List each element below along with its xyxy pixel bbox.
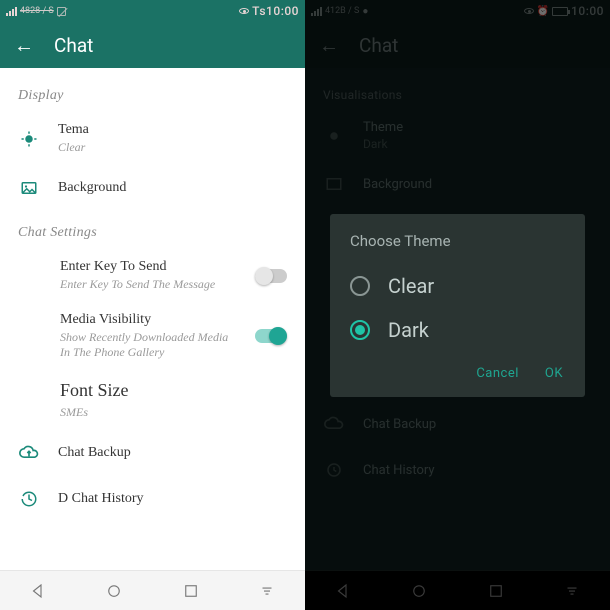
theme-value: Clear bbox=[58, 140, 287, 155]
radio-label-clear: Clear bbox=[388, 274, 434, 298]
radio-icon bbox=[350, 276, 370, 296]
no-sim-icon bbox=[57, 7, 66, 16]
screen-light: 4828 / S Ts10:00 ← Chat Display Tema Cle… bbox=[0, 0, 305, 610]
cancel-button[interactable]: Cancel bbox=[476, 366, 519, 381]
nav-back-icon[interactable] bbox=[29, 582, 47, 600]
history-icon bbox=[18, 490, 40, 508]
cloud-upload-icon bbox=[18, 445, 40, 461]
row-chat-backup[interactable]: Chat Backup bbox=[0, 430, 305, 476]
media-vis-label: Media Visibility bbox=[60, 312, 237, 328]
app-bar: ← Chat bbox=[0, 22, 305, 68]
nav-recent-icon[interactable] bbox=[182, 582, 200, 600]
nav-bar bbox=[0, 570, 305, 610]
ok-button[interactable]: OK bbox=[545, 366, 563, 381]
chat-backup-label: Chat Backup bbox=[58, 445, 287, 461]
row-media-visibility[interactable]: Media Visibility Show Recently Downloade… bbox=[0, 302, 305, 370]
font-size-value: SMEs bbox=[60, 405, 88, 420]
radio-label-dark: Dark bbox=[388, 318, 429, 342]
settings-content: Display Tema Clear Background Chat Setti… bbox=[0, 68, 305, 570]
enter-key-sub: Enter Key To Send The Message bbox=[60, 277, 237, 292]
screen-dark: 412B / S ● ⏰ 10:00 ← Chat Visualisations… bbox=[305, 0, 610, 610]
status-bar: 4828 / S Ts10:00 bbox=[0, 0, 305, 22]
font-size-label: Font Size bbox=[60, 380, 129, 401]
radio-option-dark[interactable]: Dark bbox=[330, 308, 585, 352]
dialog-scrim[interactable]: Choose Theme Clear Dark Cancel OK bbox=[305, 0, 610, 610]
image-icon bbox=[18, 179, 40, 197]
network-speed: 4828 / S bbox=[20, 6, 54, 16]
theme-icon bbox=[18, 130, 40, 148]
theme-dialog: Choose Theme Clear Dark Cancel OK bbox=[330, 214, 585, 397]
section-chat-settings: Chat Settings bbox=[0, 211, 305, 249]
enter-key-label: Enter Key To Send bbox=[60, 259, 237, 275]
background-label: Background bbox=[58, 180, 287, 196]
radio-icon bbox=[350, 320, 370, 340]
page-title: Chat bbox=[54, 34, 93, 57]
dialog-title: Choose Theme bbox=[330, 232, 585, 264]
media-vis-toggle[interactable] bbox=[255, 329, 287, 343]
theme-label: Tema bbox=[58, 122, 287, 138]
section-display: Display bbox=[0, 74, 305, 112]
clock: Ts10:00 bbox=[252, 4, 299, 18]
signal-icon bbox=[6, 7, 17, 16]
row-font-size[interactable]: Font Size SMEs bbox=[0, 370, 305, 430]
radio-option-clear[interactable]: Clear bbox=[330, 264, 585, 308]
row-theme[interactable]: Tema Clear bbox=[0, 112, 305, 165]
row-background[interactable]: Background bbox=[0, 165, 305, 211]
media-vis-sub: Show Recently Downloaded Media In The Ph… bbox=[60, 330, 237, 360]
enter-key-toggle[interactable] bbox=[255, 269, 287, 283]
back-icon[interactable]: ← bbox=[14, 33, 34, 58]
eye-comfort-icon bbox=[239, 8, 249, 14]
row-enter-key[interactable]: Enter Key To Send Enter Key To Send The … bbox=[0, 249, 305, 302]
nav-menu-icon[interactable] bbox=[258, 582, 276, 600]
chat-history-label: D Chat History bbox=[58, 491, 287, 507]
row-chat-history[interactable]: D Chat History bbox=[0, 476, 305, 522]
nav-home-icon[interactable] bbox=[105, 582, 123, 600]
